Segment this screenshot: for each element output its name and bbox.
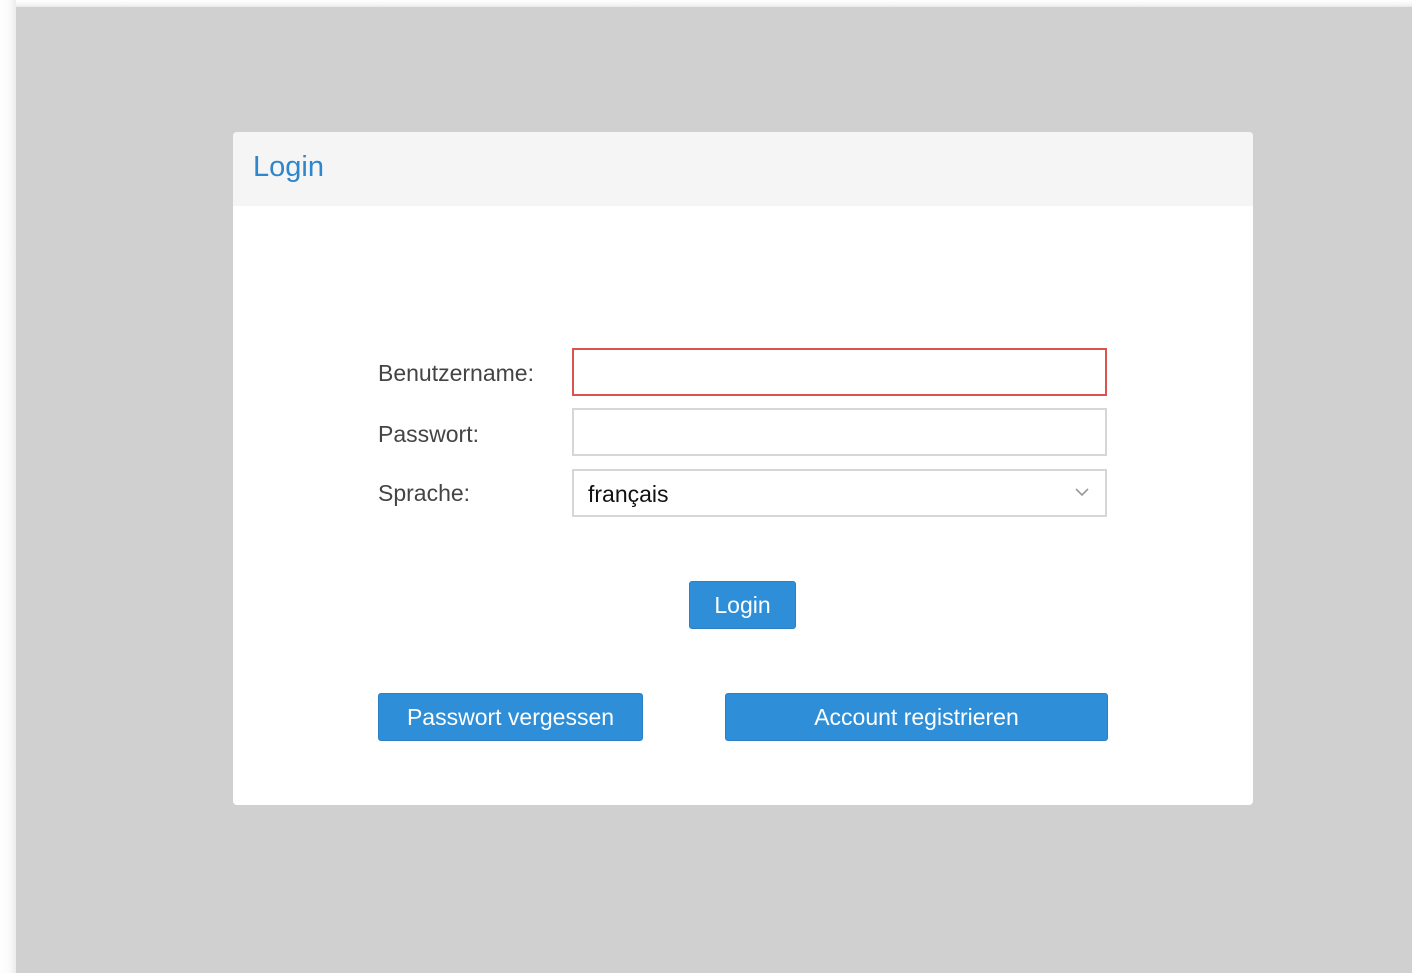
chevron-down-icon <box>1075 488 1089 497</box>
panel-title: Login <box>253 151 324 183</box>
password-label: Passwort: <box>378 421 479 447</box>
language-label: Sprache: <box>378 480 471 506</box>
language-select[interactable]: français <box>572 469 1107 517</box>
window-top-edge <box>0 0 1412 7</box>
register-account-button[interactable]: Account registrieren <box>725 693 1108 741</box>
login-panel: Login Benutzername: Passwort: Sprache: f… <box>233 132 1253 805</box>
username-label: Benutzername: <box>378 360 534 386</box>
forgot-password-button[interactable]: Passwort vergessen <box>378 693 643 741</box>
panel-header: Login <box>233 132 1253 206</box>
window-left-edge <box>0 0 16 973</box>
password-input[interactable] <box>572 408 1107 456</box>
language-select-value: français <box>588 481 669 507</box>
username-input[interactable] <box>572 348 1107 396</box>
login-button[interactable]: Login <box>689 581 796 629</box>
